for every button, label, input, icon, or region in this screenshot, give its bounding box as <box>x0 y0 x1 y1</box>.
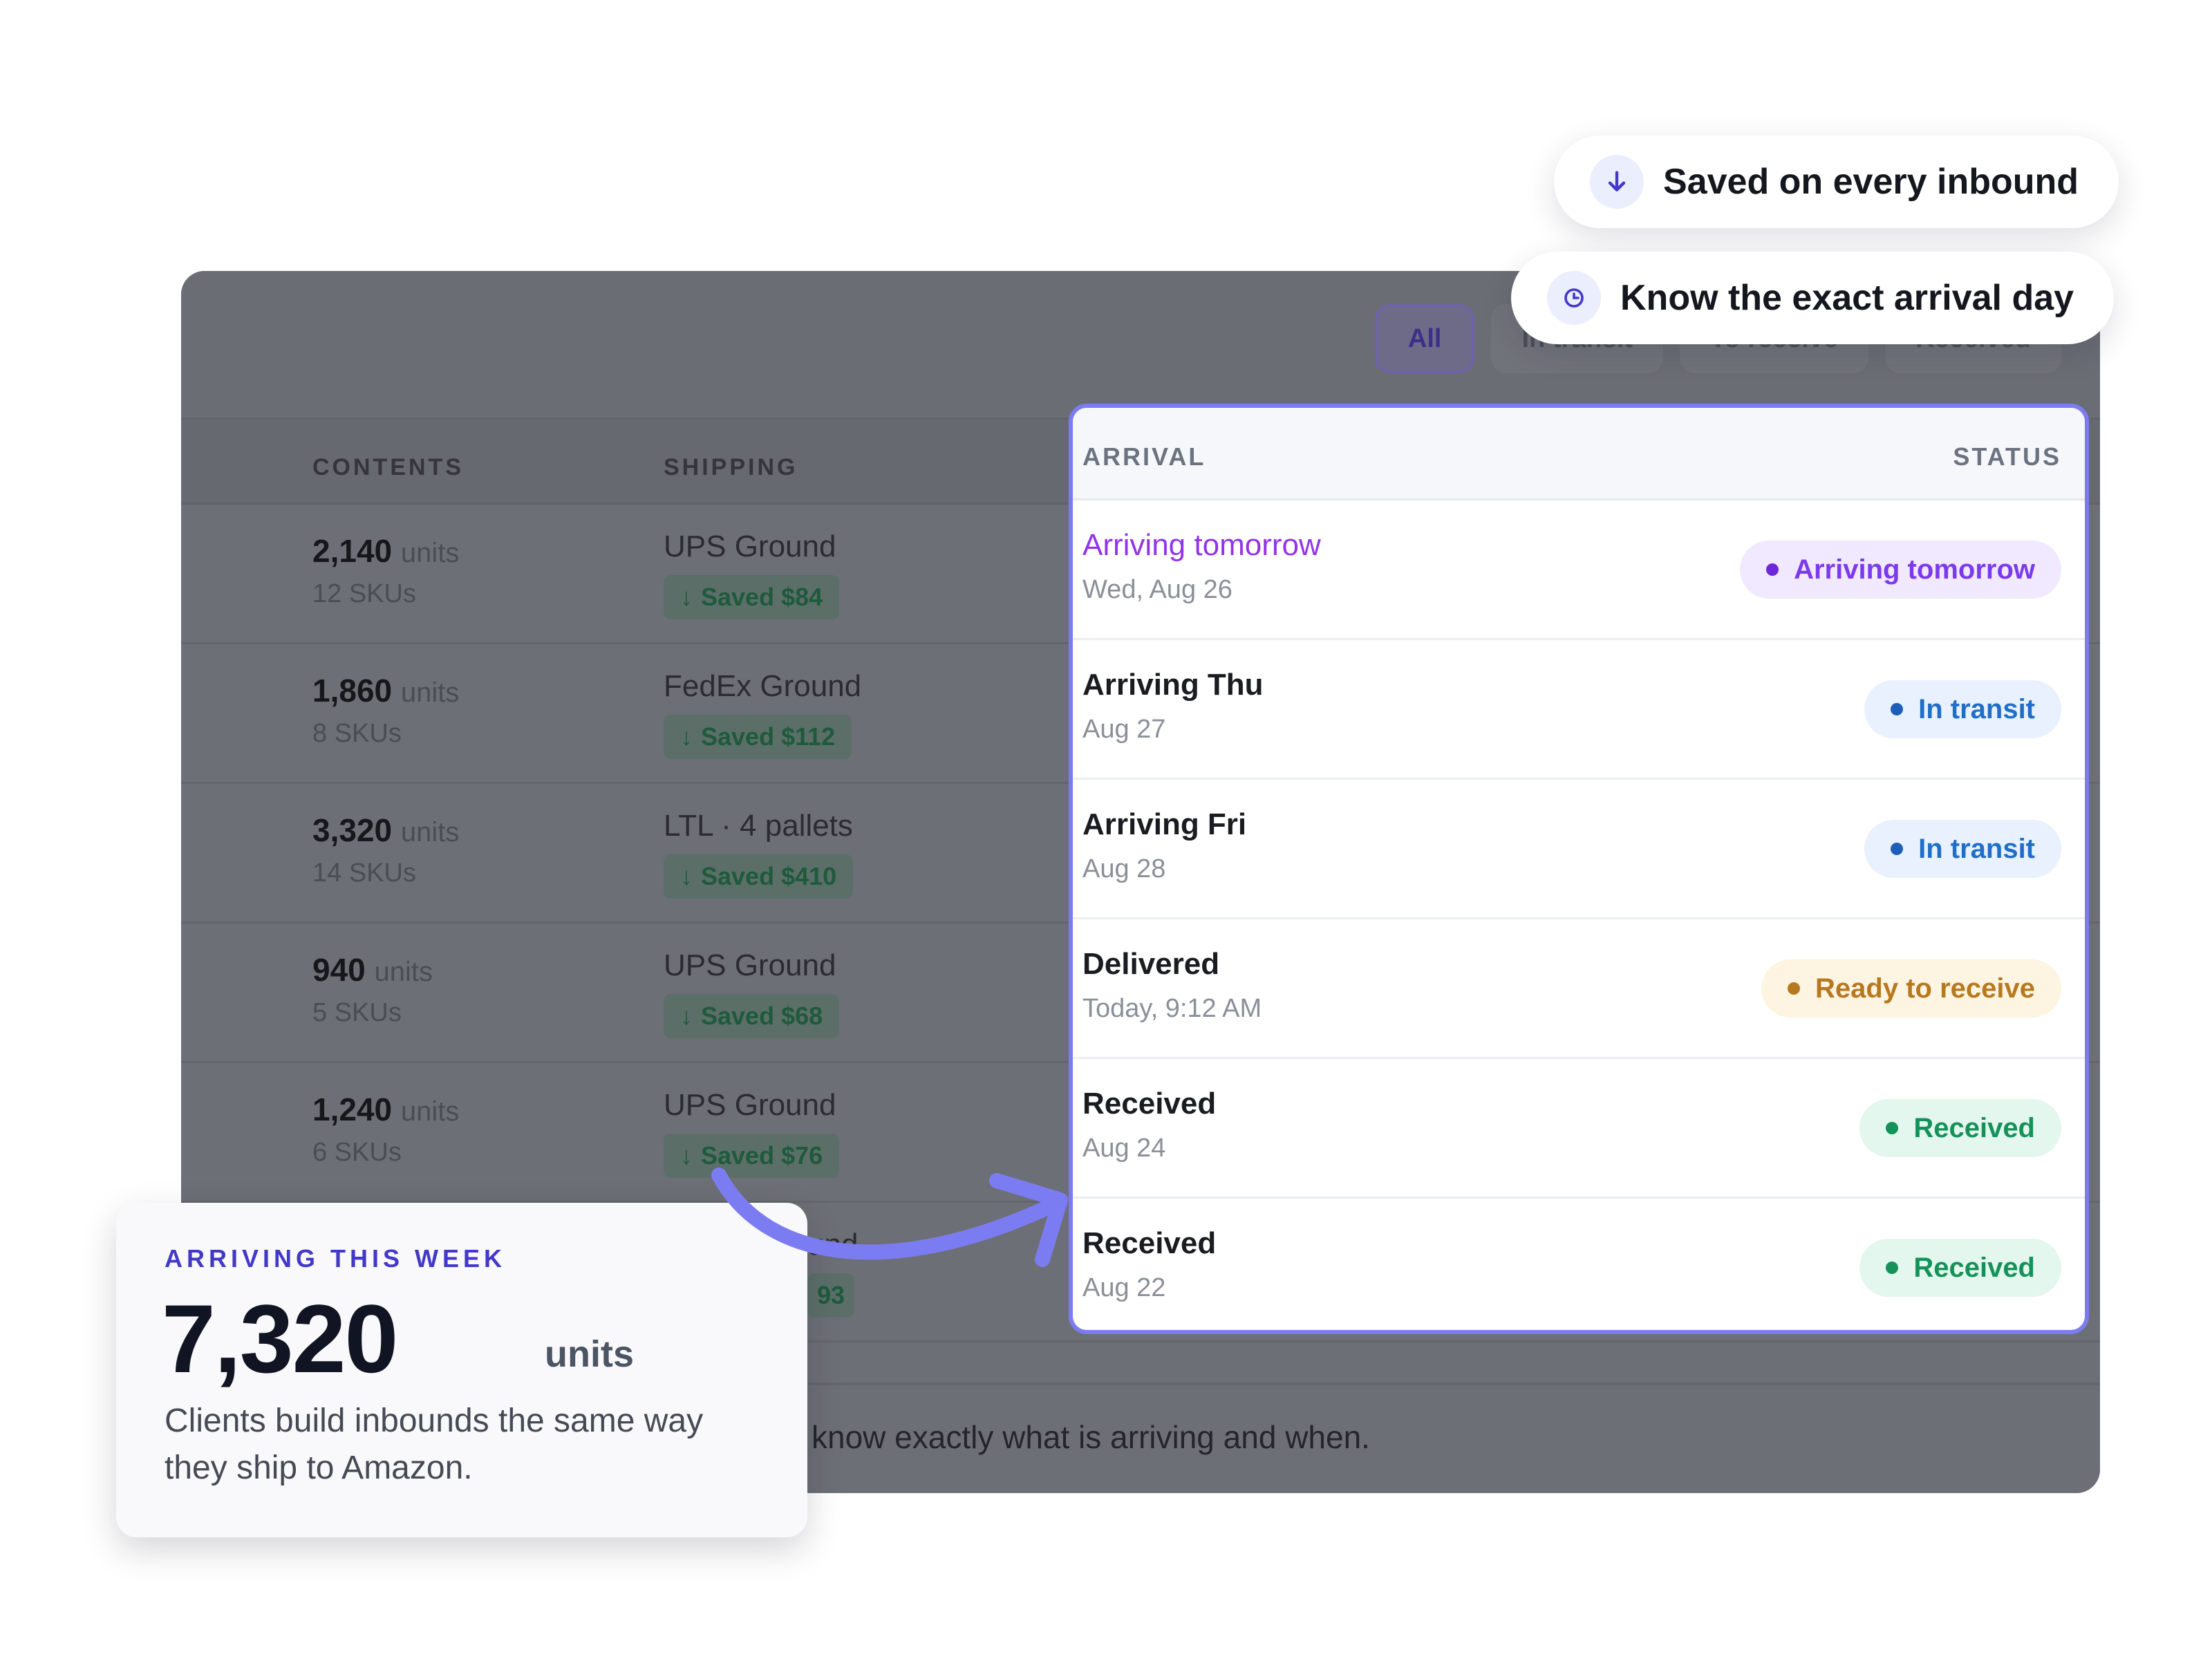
arrival-row[interactable]: Arriving Fri Aug 28 In transit <box>1073 780 2085 919</box>
units-count: 1,240 units <box>312 1091 460 1127</box>
status-badge: Received <box>1859 1099 2061 1157</box>
arrival-title: Received <box>1082 1226 1217 1260</box>
arrival-date: Aug 27 <box>1082 715 1166 744</box>
status-dot-icon <box>1886 1122 1899 1134</box>
arrival-title: Delivered <box>1082 947 1220 981</box>
arrival-title: Arriving tomorrow <box>1082 528 1321 562</box>
badge-label: Saved on every inbound <box>1663 162 2079 202</box>
arrival-row[interactable]: Received Aug 24 Received <box>1073 1059 2085 1199</box>
status-badge: In transit <box>1864 820 2061 878</box>
carrier-name: UPS Ground <box>664 948 836 982</box>
footer-text: know exactly what is arriving and when. <box>812 1419 1370 1455</box>
units-count: 3,320 units <box>312 812 460 848</box>
sku-count: 14 SKUs <box>312 859 416 888</box>
summary-total: 7,320 <box>162 1284 398 1393</box>
arrow-down-icon <box>1590 155 1644 209</box>
arrival-date: Aug 28 <box>1082 854 1166 883</box>
arrival-row[interactable]: Received Aug 22 Received <box>1073 1199 2085 1330</box>
arrival-status-card: ARRIVAL STATUS Arriving tomorrow Wed, Au… <box>1069 404 2089 1334</box>
arrival-date: Aug 22 <box>1082 1273 1166 1302</box>
sku-count: 6 SKUs <box>312 1138 402 1167</box>
column-header-status: STATUS <box>1953 442 2061 471</box>
units-count: 1,860 units <box>312 673 460 709</box>
column-header-shipping: SHIPPING <box>664 454 798 480</box>
units-count: 2,140 units <box>312 533 460 569</box>
units-count: 940 units <box>312 952 433 988</box>
arrival-row[interactable]: Arriving tomorrow Wed, Aug 26 Arriving t… <box>1073 500 2085 640</box>
arrival-title: Arriving Fri <box>1082 807 1247 841</box>
arrival-row[interactable]: Delivered Today, 9:12 AM Ready to receiv… <box>1073 919 2085 1059</box>
arrival-row[interactable]: Arriving Thu Aug 27 In transit <box>1073 640 2085 780</box>
summary-eyebrow: ARRIVING THIS WEEK <box>165 1244 507 1273</box>
carrier-name: UPS Ground <box>664 529 836 563</box>
status-badge: Arriving tomorrow <box>1740 541 2061 599</box>
status-dot-icon <box>1891 843 1904 855</box>
summary-unit: units <box>545 1333 634 1375</box>
carrier-name: LTL · 4 pallets <box>664 809 853 843</box>
status-badge: Ready to receive <box>1761 959 2061 1018</box>
exact-arrival-day-badge: Know the exact arrival day <box>1511 252 2115 344</box>
arrow-down-icon: ↓ <box>680 583 693 611</box>
sku-count: 8 SKUs <box>312 719 402 748</box>
carrier-name: FedEx Ground <box>664 669 862 703</box>
summary-description: Clients build inbounds the same way they… <box>165 1403 704 1486</box>
arrival-date: Aug 24 <box>1082 1134 1166 1163</box>
badge-label: Know the exact arrival day <box>1620 278 2074 318</box>
arrival-date: Wed, Aug 26 <box>1082 575 1232 604</box>
status-dot-icon <box>1766 563 1779 576</box>
carrier-name: und <box>807 1228 859 1262</box>
status-dot-icon <box>1788 982 1801 995</box>
carrier-name: UPS Ground <box>664 1088 836 1122</box>
arrival-title: Received <box>1082 1087 1217 1121</box>
arriving-this-week-card: ARRIVING THIS WEEK 7,320 units Clients b… <box>116 1203 807 1537</box>
sku-count: 12 SKUs <box>312 579 416 608</box>
arrival-date: Today, 9:12 AM <box>1082 994 1262 1023</box>
clock-icon <box>1547 271 1601 325</box>
savings-badge: ↓ Saved $76 <box>664 1134 840 1178</box>
saved-on-every-inbound-badge: Saved on every inbound <box>1554 135 2119 228</box>
filter-tab-all[interactable]: All <box>1374 304 1475 373</box>
savings-badge: ↓ Saved $84 <box>664 575 840 619</box>
arrival-title: Arriving Thu <box>1082 668 1264 702</box>
savings-badge: ↓ Saved $68 <box>664 994 840 1038</box>
savings-badge: ↓ Saved $112 <box>664 715 852 759</box>
status-dot-icon <box>1886 1262 1899 1274</box>
arrival-status-header: ARRIVAL STATUS <box>1073 408 2085 500</box>
column-header-arrival: ARRIVAL <box>1082 442 1206 471</box>
arrow-down-icon: ↓ <box>680 1141 693 1170</box>
arrow-down-icon: ↓ <box>680 1002 693 1030</box>
column-header-contents: CONTENTS <box>312 454 464 480</box>
status-badge: In transit <box>1864 680 2061 738</box>
savings-badge: 93 <box>807 1273 855 1318</box>
savings-badge: ↓ Saved $410 <box>664 854 854 899</box>
status-badge: Received <box>1859 1239 2061 1297</box>
arrow-down-icon: ↓ <box>680 862 693 890</box>
sku-count: 5 SKUs <box>312 998 402 1027</box>
arrow-down-icon: ↓ <box>680 722 693 751</box>
status-dot-icon <box>1891 703 1904 715</box>
